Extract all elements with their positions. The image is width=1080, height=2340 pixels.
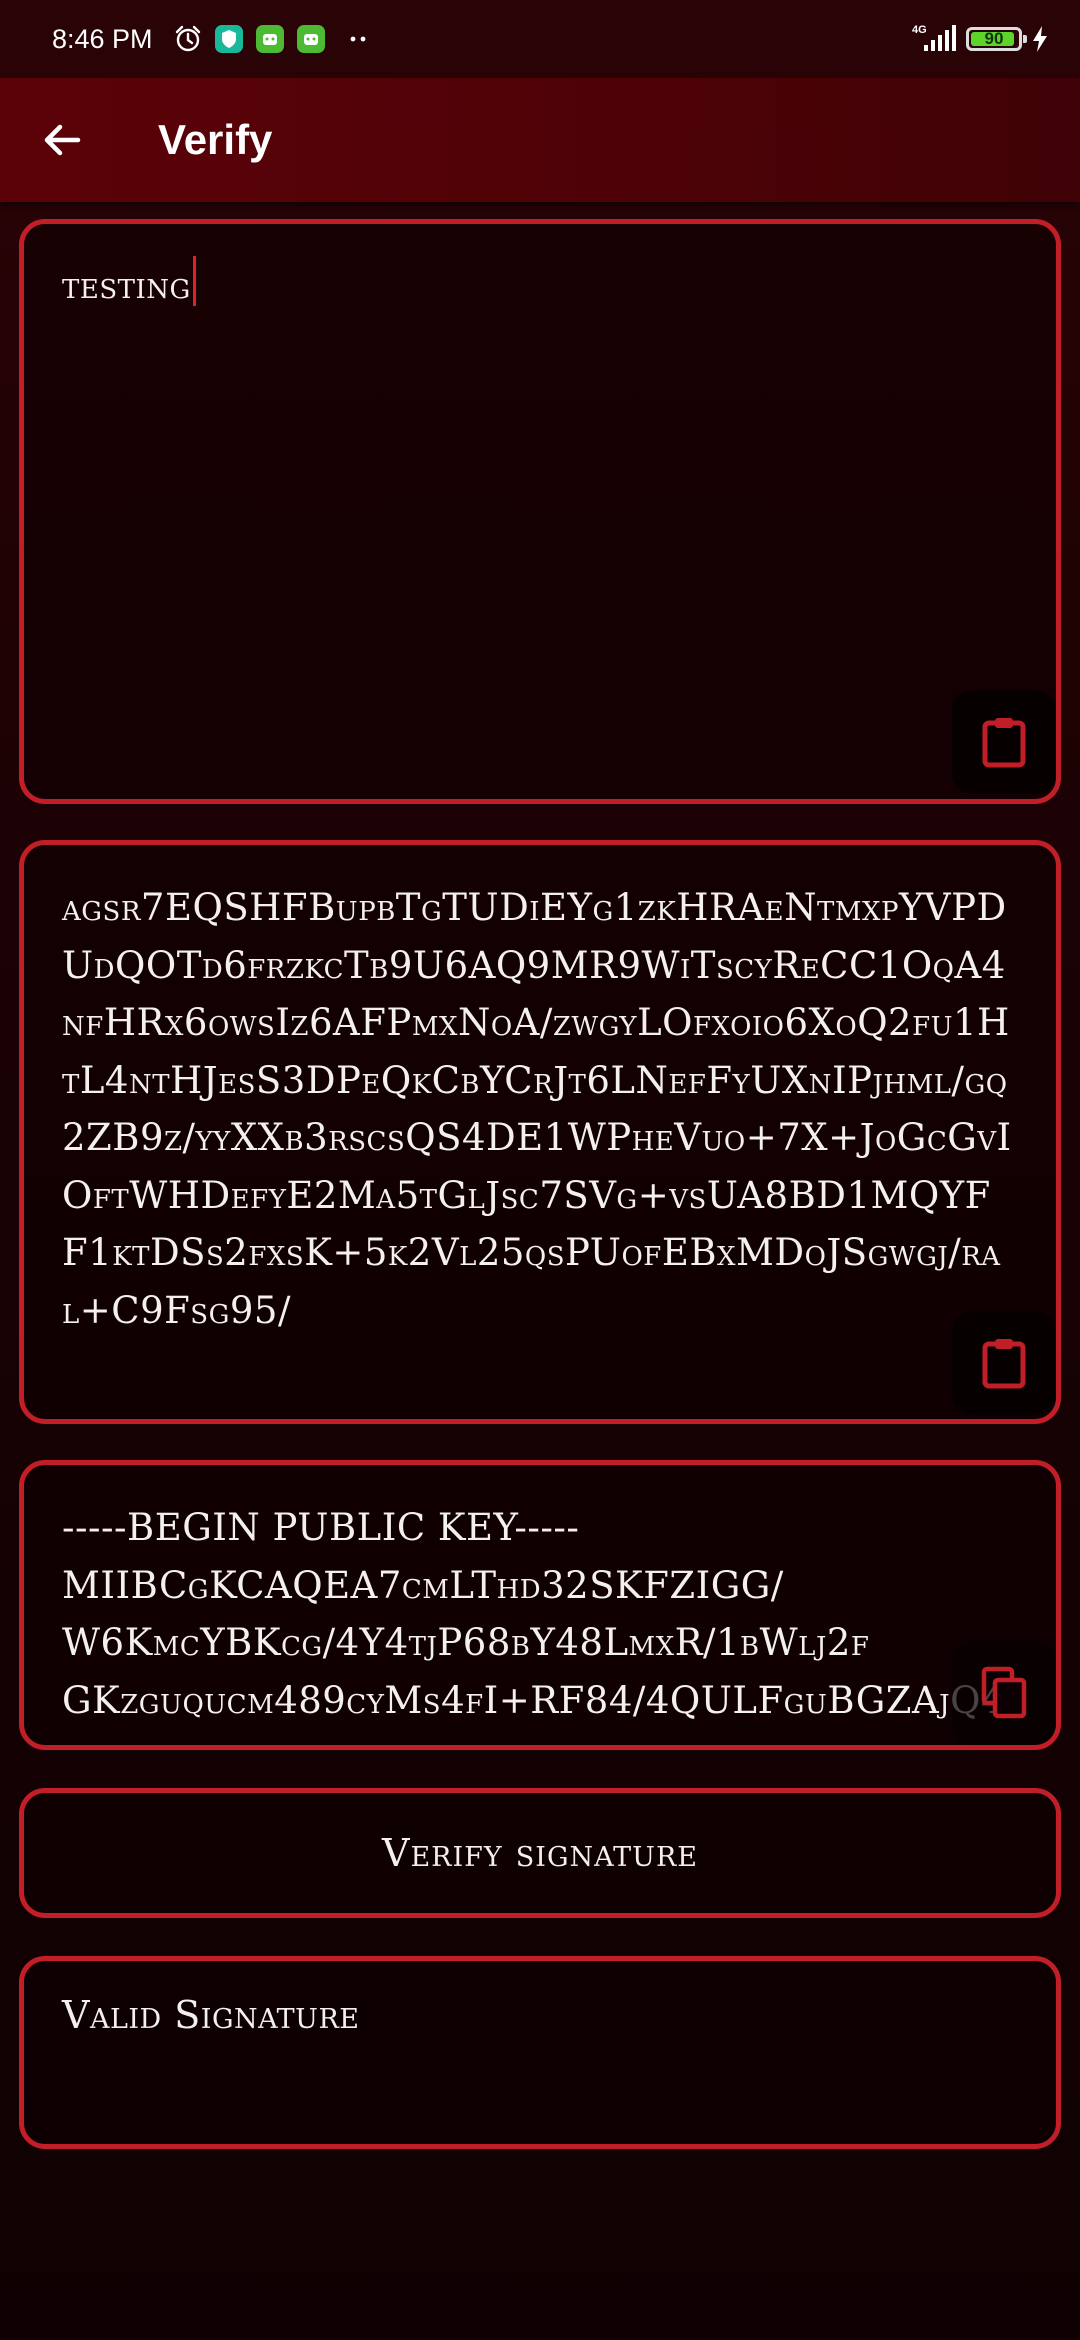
arrow-back-icon [44, 124, 81, 156]
page-title: Verify [158, 116, 273, 163]
battery-icon: 90 [966, 27, 1027, 51]
paste-signature-button[interactable] [952, 1311, 1056, 1415]
status-bar: 8:46 PM 4G 90 [0, 0, 1080, 78]
message-text[interactable]: testing [62, 256, 1012, 315]
clipboard-paste-icon [982, 718, 1026, 768]
signature-input[interactable]: agsr7EQSHFBupbTgTUDiEYg1zkHRAeNtmxpYVPDU… [19, 840, 1061, 1424]
status-time: 8:46 PM [52, 24, 153, 54]
public-key-text[interactable]: -----BEGIN PUBLIC KEY----- MIIBCgKCAQEA7… [62, 1499, 1056, 1729]
clipboard-paste-icon [982, 1339, 1026, 1389]
battery-level: 90 [984, 29, 1004, 48]
alarm-icon [175, 25, 201, 52]
signal-icon: 4G [912, 24, 956, 51]
back-button[interactable] [30, 108, 94, 172]
charging-icon [1033, 26, 1047, 52]
copy-public-key-button[interactable] [952, 1641, 1056, 1745]
result-text: Valid Signature [62, 1993, 360, 2037]
paste-message-button[interactable] [952, 690, 1056, 794]
result-box: Valid Signature [19, 1956, 1061, 2149]
message-input[interactable]: testing [19, 219, 1061, 804]
text-cursor [192, 256, 196, 306]
network-type-label: 4G [912, 24, 927, 36]
verify-signature-label: Verify signature [382, 1831, 698, 1875]
signature-text[interactable]: agsr7EQSHFBupbTgTUDiEYg1zkHRAeNtmxpYVPDU… [62, 879, 1012, 1339]
status-right-group: 4G 90 [910, 20, 1050, 58]
app-bar: Verify [0, 78, 1080, 202]
message-value: testing [62, 264, 191, 307]
android-app-icon [256, 25, 284, 53]
verify-signature-button[interactable]: Verify signature [19, 1788, 1061, 1918]
shield-app-icon [215, 25, 243, 53]
android-app-icon-2 [297, 25, 325, 53]
more-dots-icon [350, 36, 366, 42]
public-key-input[interactable]: -----BEGIN PUBLIC KEY----- MIIBCgKCAQEA7… [19, 1460, 1061, 1750]
copy-icon [981, 1666, 1027, 1719]
